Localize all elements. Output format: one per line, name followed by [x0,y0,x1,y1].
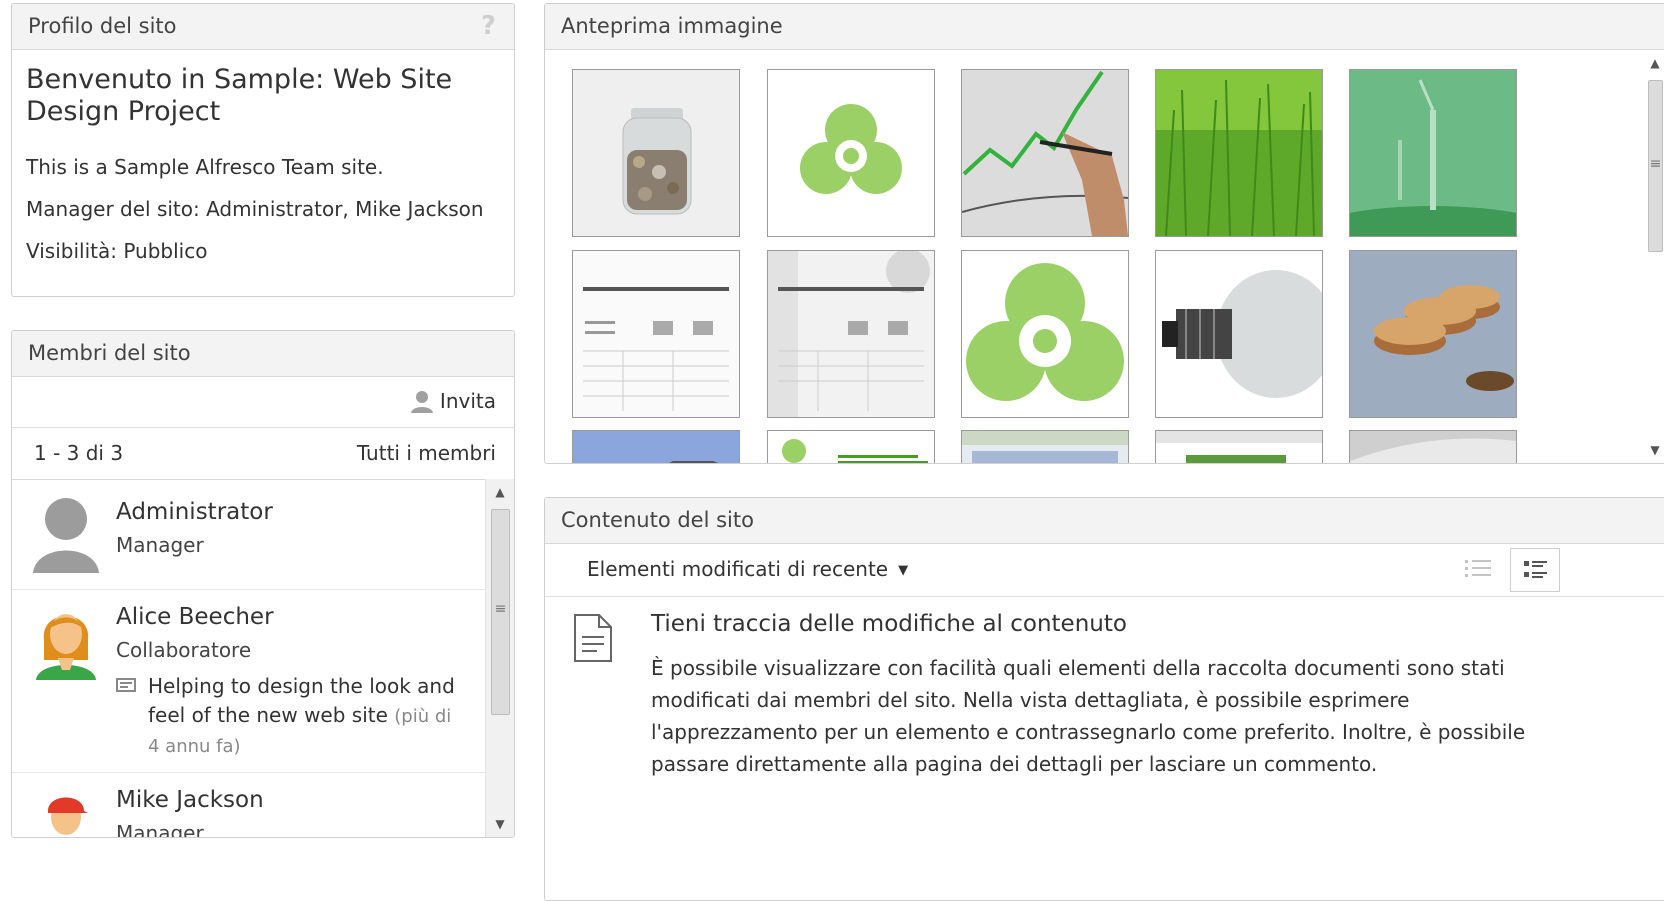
scroll-up-arrow-icon[interactable]: ▲ [1645,56,1664,70]
default-user-icon [33,498,99,573]
member-name[interactable]: Mike Jackson [116,787,264,813]
filter-label: Elementi modificati di recente [587,557,889,581]
site-welcome-heading: Benvenuto in Sample: Web Site Design Pro… [26,64,453,127]
dropdown-caret-icon: ▼ [898,563,909,578]
image-preview-title: Anteprima immagine [561,14,783,38]
scroll-thumb[interactable]: ≡ [491,509,510,715]
alice-avatar [36,614,96,680]
site-profile-title: Profilo del sito [28,14,177,38]
thumbnail-invoice-form[interactable] [572,250,740,418]
scroll-down-arrow-icon[interactable]: ▼ [486,817,514,831]
member-role: Collaboratore [116,638,252,662]
recent-filter-dropdown[interactable]: Elementi modificati di recente ▼ [587,557,908,581]
thumbnail-blue-image[interactable] [572,430,740,463]
scroll-thumb[interactable]: ≡ [1648,80,1663,252]
content-empty-heading: Tieni traccia delle modifiche al contenu… [651,611,1127,637]
site-managers: Manager del sito: Administrator, Mike Ja… [26,197,484,221]
site-members-title-bar: Membri del sito [12,331,514,377]
scroll-up-arrow-icon[interactable]: ▲ [486,485,514,499]
detailed-list-icon [1524,561,1547,578]
site-members-dashlet: Membri del sito Invita 1 - 3 di 3 Tutti … [11,330,515,838]
member-name[interactable]: Alice Beecher [116,604,274,630]
list-item: Mike Jackson Manager [12,773,486,837]
preview-scrollbar[interactable]: ▲ ≡ ▼ [1645,50,1664,463]
list-view-icon [1465,560,1491,577]
user-icon [410,391,433,413]
site-description: This is a Sample Alfresco Team site. [26,155,384,179]
image-preview-title-bar: Anteprima immagine [545,4,1664,50]
thumbnail-wind-turbine[interactable] [1349,69,1517,237]
thumbnail-growth-chart[interactable] [961,69,1129,237]
simple-view-button[interactable] [1465,556,1495,584]
detailed-view-button[interactable] [1510,548,1560,592]
invite-button[interactable]: Invita [410,389,496,413]
content-empty-description: È possibile visualizzare con facilità qu… [651,656,1526,776]
help-icon[interactable]: ? [481,4,496,49]
paging-info: 1 - 3 di 3 [34,441,124,465]
members-list: Administrator Manager Alice Beecher Coll… [12,479,486,837]
thumbnail-coins-jar[interactable] [572,69,740,237]
members-toolbar: Invita [12,377,514,428]
member-status: Helping to design the look and feel of t… [116,672,456,761]
members-scrollbar[interactable]: ▲ ≡ ▼ [485,479,514,837]
thumbnail-grass[interactable] [1155,69,1323,237]
member-name[interactable]: Administrator [116,499,273,525]
thumbnail-coin-stacks[interactable] [1349,250,1517,418]
member-role: Manager [116,533,204,557]
list-item: Administrator Manager [12,479,486,590]
all-members-link[interactable]: Tutti i membri [357,441,496,465]
invite-label: Invita [439,389,496,413]
thumbnail-light-bulb[interactable] [1155,250,1323,418]
status-comment-icon [116,678,136,692]
grip-icon: ≡ [494,601,507,617]
thumbnail-green-logo[interactable] [767,69,935,237]
site-content-dashlet: Contenuto del sito Elementi modificati d… [544,497,1664,901]
list-item: Alice Beecher Collaboratore Helping to d… [12,590,486,773]
site-visibility: Visibilità: Pubblico [26,239,208,263]
document-icon [574,614,612,662]
members-paging-bar: 1 - 3 di 3 Tutti i membri [12,428,514,480]
site-content-title-bar: Contenuto del sito [545,498,1664,544]
image-preview-dashlet: Anteprima immagine ▲ ≡ ▼ [544,3,1664,464]
grip-icon: ≡ [1649,156,1662,172]
thumbnail-gray-image[interactable] [1349,430,1517,463]
mike-avatar [48,797,88,835]
member-role: Manager [116,821,204,837]
thumbnail-green-logo-large[interactable] [961,250,1129,418]
site-profile-dashlet: Profilo del sito ? Benvenuto in Sample: … [11,3,515,297]
thumbnail-web-page-2[interactable] [1155,430,1323,463]
thumbnail-web-page-1[interactable] [961,430,1129,463]
site-content-title: Contenuto del sito [561,508,754,532]
site-profile-title-bar: Profilo del sito ? [12,4,514,50]
thumbnail-invoice-form-2[interactable] [767,250,935,418]
site-members-title: Membri del sito [28,341,191,365]
thumbnail-green-energy-doc[interactable] [767,430,935,463]
site-content-toolbar: Elementi modificati di recente ▼ [545,544,1664,597]
scroll-down-arrow-icon[interactable]: ▼ [1645,443,1664,457]
